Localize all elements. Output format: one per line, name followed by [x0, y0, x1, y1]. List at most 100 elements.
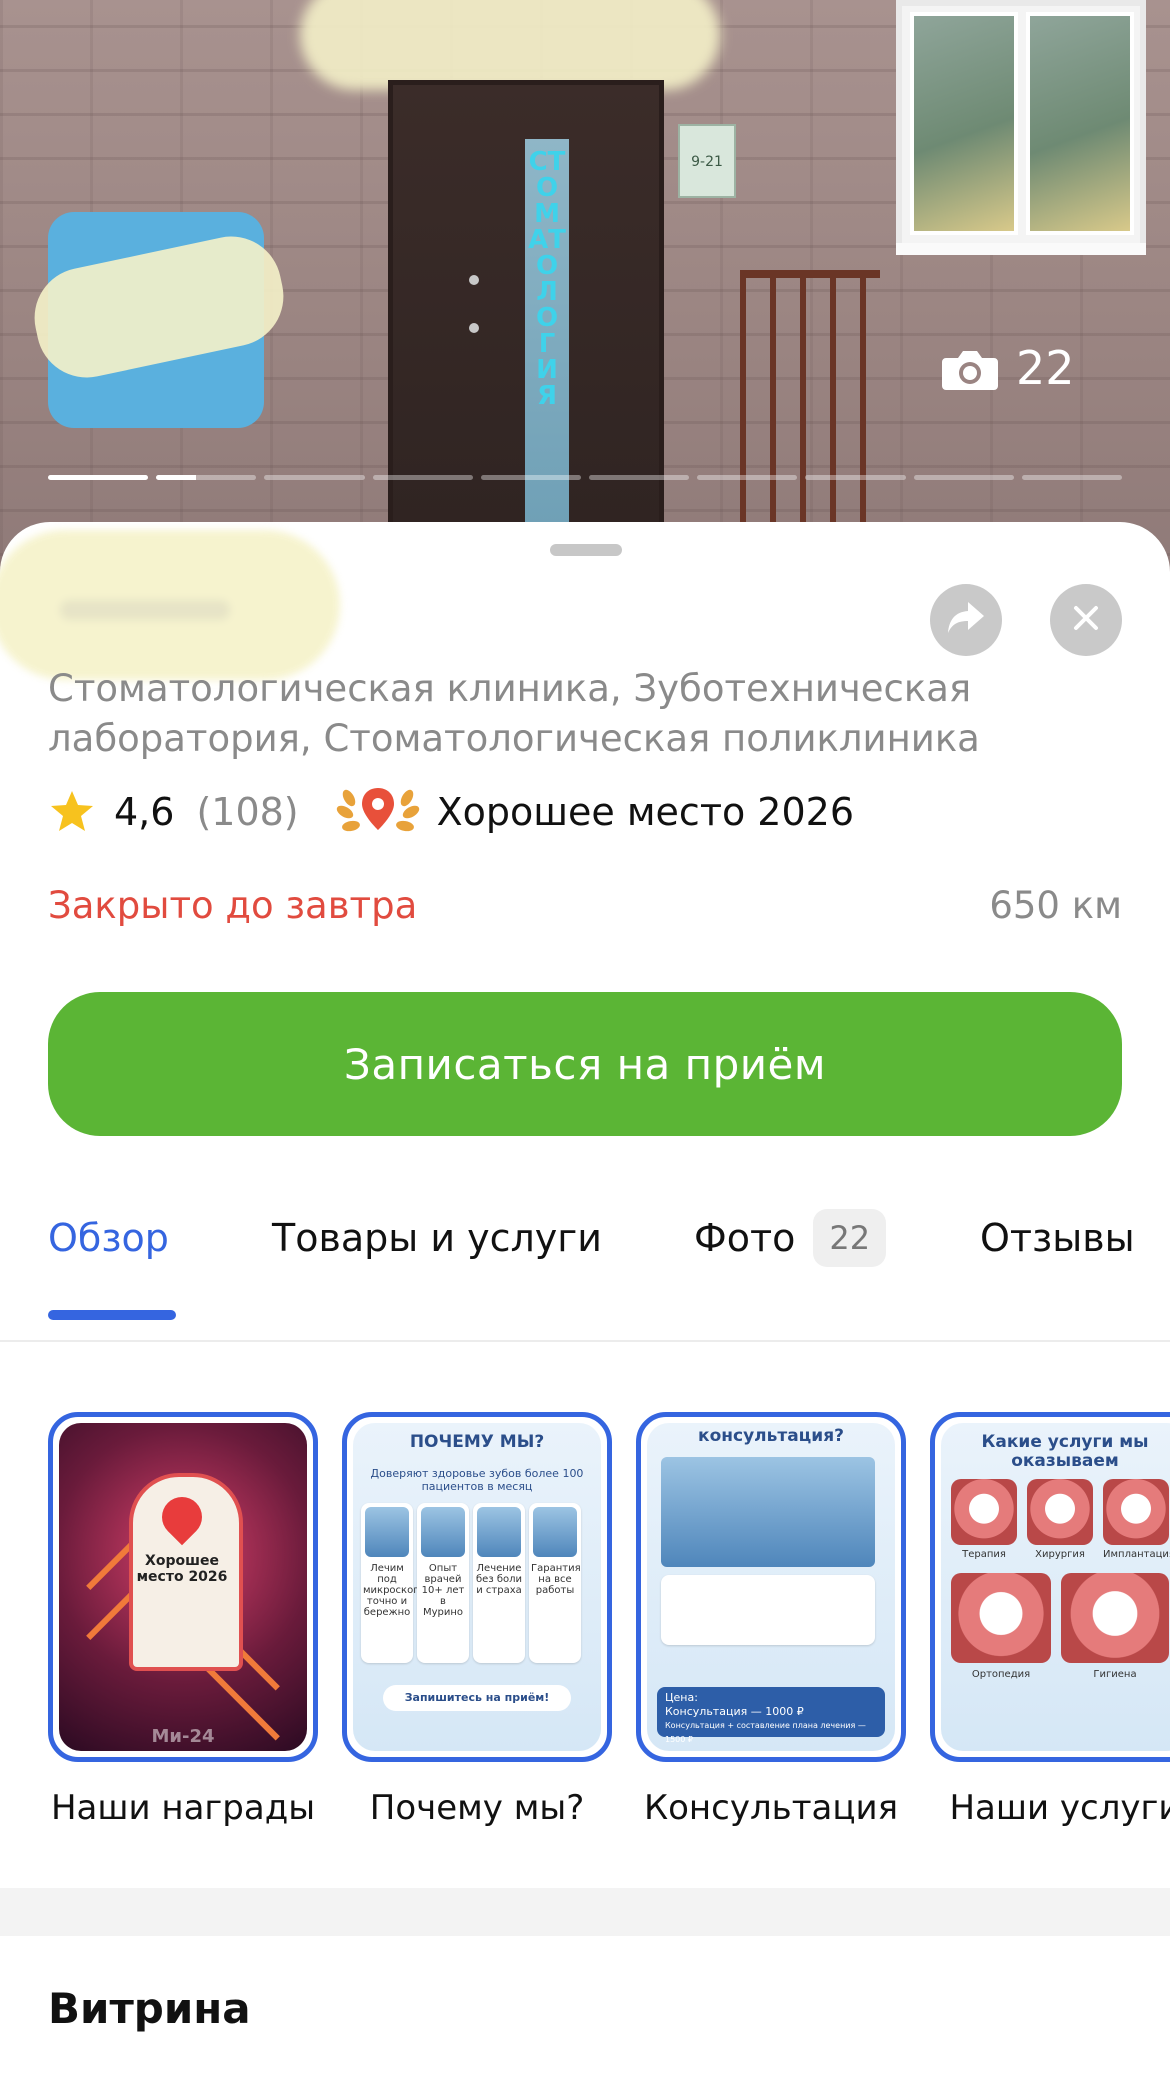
camera-icon: [940, 346, 1000, 390]
image-title: ПОЧЕМУ МЫ?: [409, 1432, 545, 1452]
image-footer-text: Ми-24: [151, 1726, 215, 1747]
window-pane: [1026, 12, 1134, 235]
awards-image: Хорошее место 2026 Ми-24: [59, 1423, 307, 1751]
service-name: Терапия: [962, 1549, 1006, 1560]
tab-photos-label: Фото: [694, 1216, 796, 1260]
image-title: консультация?: [698, 1426, 844, 1446]
door-knob: [469, 275, 479, 285]
stories-carousel: Хорошее место 2026 Ми-24 Наши награды ПО…: [0, 1412, 1170, 1832]
feature-card: Лечим под микроскопом точно и бережно: [361, 1503, 433, 1663]
share-arrow-icon: [946, 600, 986, 640]
progress-segment: [589, 475, 690, 480]
tab-photos[interactable]: Фото 22: [694, 1190, 887, 1286]
progress-segment: [1021, 475, 1123, 480]
photo: [365, 1507, 409, 1557]
service-photo: [1027, 1479, 1093, 1545]
story-label: Почему мы?: [369, 1788, 585, 1828]
award-title: Хорошее место 2026: [436, 790, 854, 834]
rating-row[interactable]: 4,6 (108) Хорошее место 2026: [48, 782, 854, 842]
share-button[interactable]: [930, 584, 1002, 656]
image-cta: Запишитесь на приём!: [383, 1685, 571, 1711]
tab-bar: Обзор Товары и услуги Фото 22 Отзывы: [0, 1190, 1170, 1342]
window-sill: [896, 243, 1146, 255]
feature-text: Лечение без боли и страха: [476, 1563, 522, 1596]
place-card-sheet: Стоматологическая клиника, Зуботехническ…: [0, 522, 1170, 2081]
feature-text: Гарантия на все работы: [531, 1563, 581, 1596]
award-badge-text: Хорошее место 2026: [136, 1553, 228, 1585]
progress-segment: [697, 475, 798, 480]
tab-reviews[interactable]: Отзывы: [980, 1190, 1135, 1286]
service-name: Гигиена: [1093, 1669, 1137, 1680]
section-title-showcase: Витрина: [48, 1984, 251, 2033]
clinic-logo-blurred: [48, 212, 264, 428]
progress-segment: [264, 475, 365, 480]
story-awards[interactable]: Хорошее место 2026 Ми-24 Наши награды: [48, 1412, 318, 1828]
active-tab-indicator: [48, 1310, 176, 1320]
story-thumbnail: консультация? Цена: Консультация — 1000 …: [636, 1412, 906, 1762]
opening-status[interactable]: Закрыто до завтра: [48, 884, 417, 927]
story-label: Наши награды: [50, 1788, 316, 1828]
story-thumbnail: Хорошее место 2026 Ми-24: [48, 1412, 318, 1762]
gallery-progress: [48, 475, 1123, 481]
book-appointment-button[interactable]: Записаться на приём: [48, 992, 1122, 1136]
story-thumbnail: ПОЧЕМУ МЫ? Доверяют здоровье зубов более…: [342, 1412, 612, 1762]
price-line: Консультация — 1000 ₽: [665, 1705, 804, 1718]
service-name: Хирургия: [1035, 1549, 1085, 1560]
photo: [421, 1507, 465, 1557]
tab-goods-services[interactable]: Товары и услуги: [272, 1190, 602, 1286]
consultation-image: консультация? Цена: Консультация — 1000 …: [647, 1423, 895, 1751]
price-line: Консультация + составление плана лечения…: [665, 1721, 866, 1744]
close-icon: [1072, 604, 1100, 636]
distance: 650 км: [989, 884, 1122, 927]
blurred-area: [300, 0, 720, 90]
service-photo: [1103, 1479, 1169, 1545]
price-box: Цена: Консультация — 1000 ₽ Консультация…: [657, 1687, 885, 1744]
door-sign-text: СТОМАТОЛОГИЯ: [528, 147, 566, 411]
price-label: Цена:: [665, 1691, 698, 1704]
close-button[interactable]: [1050, 584, 1122, 656]
story-why-us[interactable]: ПОЧЕМУ МЫ? Доверяют здоровье зубов более…: [342, 1412, 612, 1828]
progress-segment: [480, 475, 582, 480]
photo: [477, 1507, 521, 1557]
story-label: Консультация: [643, 1788, 899, 1828]
sheet-grabber[interactable]: [550, 544, 622, 556]
progress-segment: [913, 475, 1014, 480]
progress-segment: [156, 475, 257, 480]
story-services[interactable]: Какие услуги мы оказываем Терапия Хирург…: [930, 1412, 1170, 1828]
photo-counter[interactable]: 22: [940, 340, 1075, 396]
story-consultation[interactable]: консультация? Цена: Консультация — 1000 …: [636, 1412, 906, 1828]
award-laurel-icon: [335, 784, 421, 840]
feature-card: Гарантия на все работы: [529, 1503, 581, 1663]
info-card: [661, 1575, 875, 1645]
story-thumbnail: Какие услуги мы оказываем Терапия Хирург…: [930, 1412, 1170, 1762]
tab-overview[interactable]: Обзор: [48, 1190, 169, 1286]
progress-segment: [805, 475, 906, 480]
service-photo: [951, 1479, 1017, 1545]
progress-segment: [372, 475, 473, 480]
star-icon: [48, 788, 96, 836]
review-count: (108): [196, 790, 299, 834]
feature-text: Опыт врачей 10+ лет в Мурино: [421, 1563, 465, 1618]
photo-count: 22: [1016, 341, 1075, 395]
place-name-blurred: [0, 530, 340, 680]
story-label: Наши услуги: [949, 1788, 1170, 1828]
progress-segment: [48, 475, 149, 480]
services-image: Какие услуги мы оказываем Терапия Хирург…: [941, 1423, 1170, 1751]
service-photo: [1061, 1573, 1169, 1663]
feature-card: Опыт врачей 10+ лет в Мурино: [417, 1503, 469, 1663]
doctor-patient-photo: [661, 1457, 875, 1567]
why-us-image: ПОЧЕМУ МЫ? Доверяют здоровье зубов более…: [353, 1423, 601, 1751]
photo-count-badge: 22: [813, 1209, 887, 1267]
door-lock: [469, 323, 479, 333]
image-subtitle: Доверяют здоровье зубов более 100 пациен…: [370, 1467, 584, 1493]
place-categories: Стоматологическая клиника, Зуботехническ…: [48, 667, 980, 760]
image-title: Какие услуги мы оказываем: [981, 1432, 1149, 1471]
service-name: Имплантация: [1103, 1549, 1170, 1560]
window-pane: [910, 12, 1018, 235]
building-window: [896, 0, 1146, 255]
address-sign: 9-21: [678, 124, 736, 198]
feature-card: Лечение без боли и страха: [473, 1503, 525, 1663]
rating-value: 4,6: [114, 790, 175, 834]
hero-photo[interactable]: СТОМАТОЛОГИЯ 9-21 22: [0, 0, 1170, 600]
photo: [533, 1507, 577, 1557]
